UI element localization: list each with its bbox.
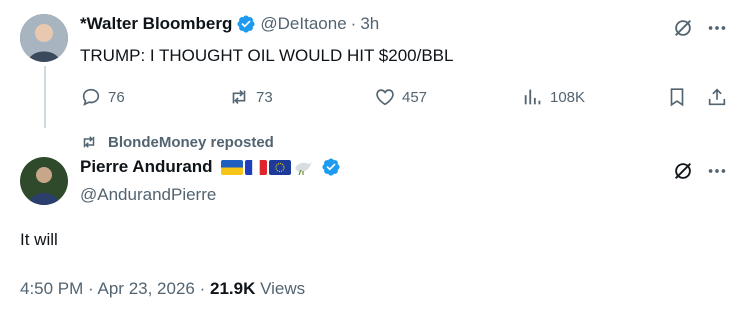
views-count: 108K: [550, 88, 586, 106]
repost-icon: [83, 136, 95, 148]
repost-button[interactable]: 73: [228, 86, 273, 108]
views-button[interactable]: 108K: [522, 86, 585, 108]
repost-banner[interactable]: BlondeMoney reposted: [80, 133, 274, 151]
tweet-text: TRUMP: I THOUGHT OIL WOULD HIT $200/BBL: [80, 46, 454, 65]
bookmark-icon[interactable]: [666, 86, 688, 113]
verified-icon: [321, 157, 341, 177]
tweet-time[interactable]: 4:50 PM: [20, 279, 83, 298]
author-handle[interactable]: @DeItaone: [260, 14, 346, 34]
tweet-time[interactable]: 3h: [360, 14, 379, 34]
verified-icon: [236, 14, 256, 34]
france-flag-icon: [244, 159, 267, 175]
reply-count: 76: [108, 88, 125, 106]
reply-button[interactable]: 76: [80, 86, 125, 108]
separator-dot: ·: [88, 279, 94, 298]
like-icon: [376, 89, 394, 106]
repost-banner-label: BlondeMoney reposted: [108, 133, 274, 151]
thread-line: [44, 66, 46, 128]
more-icon[interactable]: [706, 160, 728, 187]
views-icon: [524, 89, 541, 105]
separator-dot: ·: [199, 279, 206, 298]
reply-icon: [82, 88, 100, 106]
repost-icon: [232, 89, 246, 105]
ukraine-flag-icon: [220, 159, 243, 175]
repost-count: 73: [256, 88, 273, 106]
like-count: 457: [402, 88, 428, 106]
avatar-walter-bloomberg[interactable]: [20, 14, 68, 62]
dove-icon: [293, 158, 313, 176]
grok-icon[interactable]: [672, 17, 694, 44]
grok-icon[interactable]: [672, 160, 694, 187]
share-icon[interactable]: [706, 86, 728, 113]
author-name[interactable]: *Walter Bloomberg: [80, 14, 232, 34]
author-handle[interactable]: @AndurandPierre: [80, 185, 216, 205]
author-name[interactable]: Pierre Andurand: [80, 157, 213, 177]
separator-dot: ·: [350, 14, 357, 33]
tweet-date[interactable]: Apr 23, 2026: [98, 279, 195, 298]
avatar-pierre-andurand[interactable]: [20, 157, 68, 205]
tweet-text: It will: [20, 230, 58, 249]
views-label: Views: [260, 279, 306, 298]
more-icon[interactable]: [706, 17, 728, 44]
eu-flag-icon: [268, 159, 291, 175]
like-button[interactable]: 457: [374, 86, 427, 108]
views-count: 21.9K: [210, 279, 256, 298]
